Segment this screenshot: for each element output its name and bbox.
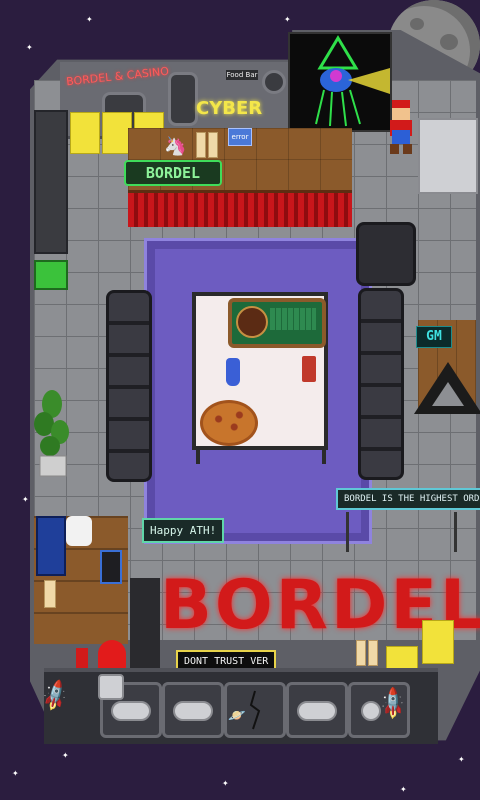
sign-post bbox=[454, 512, 457, 552]
bong[interactable] bbox=[226, 358, 240, 386]
food-bar-sign: Food Bar bbox=[226, 70, 258, 80]
roulette-table[interactable] bbox=[228, 298, 326, 348]
chair-stack bbox=[130, 578, 160, 668]
sticky-note bbox=[422, 620, 454, 664]
lucky-cat bbox=[66, 516, 92, 546]
arcade-machine[interactable] bbox=[34, 110, 68, 254]
happy-ath-sign: Happy ATH! bbox=[142, 518, 225, 543]
mario-character[interactable] bbox=[386, 100, 416, 156]
cyber-sign: CYBER bbox=[196, 98, 263, 119]
dice[interactable] bbox=[302, 356, 316, 382]
star: ✦ bbox=[284, 15, 291, 24]
fire-extinguisher bbox=[76, 648, 88, 668]
unicorn-icon: 🦄 bbox=[164, 136, 187, 157]
smartphone[interactable] bbox=[100, 550, 122, 584]
roulette-wheel[interactable] bbox=[236, 306, 268, 338]
sticky-note bbox=[70, 112, 100, 154]
bordel-bar-sign: BORDEL bbox=[124, 160, 222, 186]
star: ✦ bbox=[222, 779, 229, 788]
porthole bbox=[262, 70, 286, 94]
bottle bbox=[356, 640, 366, 666]
computer-terminal[interactable] bbox=[418, 118, 478, 194]
potted-plant bbox=[34, 388, 70, 478]
bottle bbox=[44, 580, 56, 608]
star: ✦ bbox=[62, 751, 69, 760]
tardis-box[interactable] bbox=[36, 516, 66, 576]
gm-sign: GM bbox=[416, 326, 452, 348]
casino-table[interactable] bbox=[192, 292, 328, 450]
bottle bbox=[368, 640, 378, 666]
planet-icon: 🪐 bbox=[228, 708, 246, 724]
table-legs bbox=[196, 446, 326, 464]
star: ✦ bbox=[86, 15, 93, 24]
error-screen: error bbox=[228, 128, 252, 146]
console-button[interactable] bbox=[286, 682, 348, 738]
console-button[interactable] bbox=[162, 682, 224, 738]
green-pipe[interactable] bbox=[34, 260, 68, 290]
sofa-right[interactable] bbox=[358, 288, 404, 480]
armchair[interactable] bbox=[356, 222, 416, 286]
star: ✦ bbox=[22, 495, 29, 504]
camera-icon[interactable] bbox=[98, 674, 124, 700]
bottle bbox=[196, 132, 206, 158]
star: ✦ bbox=[12, 769, 19, 778]
bottle bbox=[208, 132, 218, 158]
illuminati-poster bbox=[288, 32, 392, 132]
star: ✦ bbox=[400, 785, 407, 794]
highest-order-sign: BORDEL IS THE HIGHEST ORDER bbox=[336, 488, 480, 510]
red-curtain bbox=[128, 190, 352, 227]
sofa-left[interactable] bbox=[106, 290, 152, 482]
pizza[interactable] bbox=[200, 400, 258, 446]
porthole bbox=[168, 72, 198, 126]
triangle-logo-inner bbox=[432, 382, 464, 406]
star: ✦ bbox=[458, 755, 465, 764]
ghost-icon bbox=[98, 640, 126, 668]
star: ✦ bbox=[26, 43, 33, 52]
sign-post bbox=[346, 512, 349, 552]
